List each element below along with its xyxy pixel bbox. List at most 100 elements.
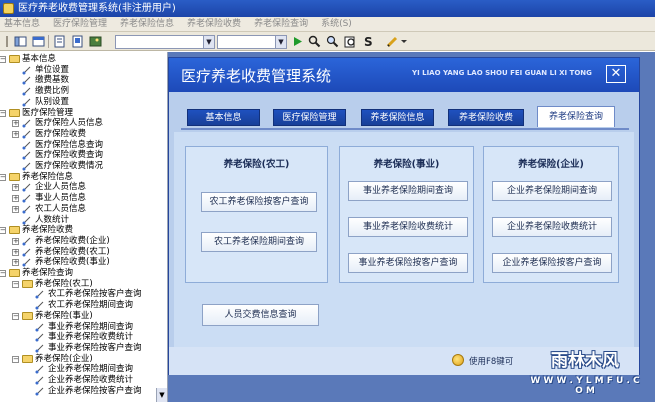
navigation-tree: 企业养老保险按客户查询 企业养老保险收费统计 企业养老保险期间查询 − 养老保险(企业)… [0,52,168,402]
farmer-by-client-button[interactable]: 农工养老保险按客户查询 [201,192,317,212]
tree-item[interactable]: − 养老保险(农工) [0,279,160,290]
group-farmer: 养老保险(农工) 农工养老保险按客户查询 农工养老保险期间查询 [185,146,328,283]
tree-item[interactable]: + 医疗保险收费 [0,129,160,140]
tree-item[interactable]: − 养老保险(事业) [0,311,160,322]
document-icon [22,194,31,203]
collapse-icon[interactable]: − [0,227,6,235]
expand-icon[interactable]: + [12,120,19,128]
enterprise-stats-button[interactable]: 企业养老保险收费统计 [492,217,612,237]
institution-stats-button[interactable]: 事业养老保险收费统计 [348,217,468,237]
layout-icon[interactable] [14,35,27,48]
collapse-icon[interactable]: − [0,270,6,277]
personnel-payment-query-button[interactable]: 人员交费信息查询 [202,304,319,326]
tree-item[interactable]: 企业养老保险按客户查询 [0,386,160,397]
folder-icon [22,311,33,320]
search-icon[interactable] [308,35,321,48]
expand-icon[interactable]: + [12,248,19,256]
tree-item[interactable]: 医疗保险信息查询 [0,140,160,151]
menu-basic-info[interactable]: 基本信息 [4,17,40,31]
tree-item[interactable]: 医疗保险收费情况 [0,161,160,172]
expand-icon[interactable]: + [12,259,19,267]
combo-2[interactable]: ▼ [217,35,287,49]
tree-item[interactable]: 人数统计 [0,215,160,226]
tree-item[interactable]: + 养老保险收费(企业) [0,236,160,247]
enterprise-by-client-button[interactable]: 企业养老保险按客户查询 [492,253,612,273]
tree-item[interactable]: 事业养老保险收费统计 [0,332,160,343]
tree-item-label: 医疗保险管理 [22,107,74,118]
expand-icon[interactable]: + [12,195,19,203]
tree-item[interactable]: 医疗保险收费查询 [0,150,160,161]
farmer-period-button[interactable]: 农工养老保险期间查询 [201,232,317,252]
menu-pension-fee[interactable]: 养老保险收费 [187,17,241,31]
window-icon[interactable] [32,35,45,48]
tree-item-label: 企业人员信息 [35,182,87,193]
tree-item[interactable]: 事业养老保险按客户查询 [0,343,160,354]
play-icon[interactable] [291,35,304,48]
document-icon [22,216,31,225]
tree-item[interactable]: 单位设置 [0,65,160,76]
tree-item[interactable]: − 养老保险信息 [0,172,160,183]
tab-pension-fee[interactable]: 养老保险收费 [448,109,524,126]
collapse-icon[interactable]: − [0,56,6,63]
expand-icon[interactable]: + [12,130,19,138]
collapse-icon[interactable]: − [0,109,6,117]
tab-basic-info[interactable]: 基本信息 [187,109,260,126]
document-icon [22,183,31,192]
dollar-icon[interactable]: S [362,35,375,49]
tree-item[interactable]: + 事业人员信息 [0,193,160,204]
expand-icon[interactable]: + [12,205,19,213]
expand-icon[interactable]: + [12,237,19,245]
collapse-icon[interactable]: − [12,312,19,320]
tree-item[interactable]: − 基本信息 [0,54,160,65]
document-icon [22,76,31,85]
tree-item[interactable]: + 医疗保险人员信息 [0,118,160,129]
document-icon [22,119,31,128]
tree-item[interactable]: − 医疗保险管理 [0,108,160,119]
tree-item[interactable]: 企业养老保险收费统计 [0,375,160,386]
tab-pension-info[interactable]: 养老保险信息 [361,109,434,126]
tree-item-label: 队别设置 [35,96,70,107]
tab-pension-query[interactable]: 养老保险查询 [537,106,615,127]
tree-item[interactable]: − 养老保险(企业) [0,354,160,365]
tree-item[interactable]: 农工养老保险按客户查询 [0,289,160,300]
institution-period-button[interactable]: 事业养老保险期间查询 [348,181,468,201]
tree-item[interactable]: − 养老保险收费 [0,225,160,236]
collapse-icon[interactable]: − [12,280,19,288]
find-icon[interactable] [326,35,339,48]
tree-item[interactable]: 农工养老保险期间查询 [0,300,160,311]
report-icon[interactable] [71,35,84,48]
menu-medical[interactable]: 医疗保险管理 [53,17,107,31]
tree-item[interactable]: 事业养老保险期间查询 [0,322,160,333]
institution-by-client-button[interactable]: 事业养老保险按客户查询 [348,253,468,273]
tab-medical[interactable]: 医疗保险管理 [273,109,346,126]
menu-system[interactable]: 系统(S) [321,17,352,31]
tree-item[interactable]: + 养老保险收费(农工) [0,247,160,258]
tree-item[interactable]: + 养老保险收费(事业) [0,257,160,268]
tree-item-label: 养老保险收费(农工) [35,246,110,257]
image-icon[interactable] [89,35,102,48]
collapse-icon[interactable]: − [12,355,19,363]
menu-pension-info[interactable]: 养老保险信息 [120,17,174,31]
tree-item[interactable]: 缴费比例 [0,86,160,97]
tree-item[interactable]: + 企业人员信息 [0,182,160,193]
folder-icon [9,108,20,117]
collapse-icon[interactable]: − [0,173,6,181]
scroll-down-button[interactable]: ▼ [156,388,167,402]
group-title: 养老保险(农工) [223,159,290,170]
window-titlebar[interactable]: 医疗养老收费管理系统(非注册用户) [0,0,655,17]
enterprise-period-button[interactable]: 企业养老保险期间查询 [492,181,612,201]
chevron-down-icon[interactable] [400,35,408,48]
close-button[interactable]: ✕ [606,65,626,83]
tree-item[interactable]: 企业养老保险期间查询 [0,364,160,375]
document-icon[interactable] [53,35,66,48]
expand-icon[interactable]: + [12,184,19,192]
tree-item[interactable]: 队别设置 [0,97,160,108]
combo-1[interactable]: ▼ [115,35,215,49]
pencil-icon[interactable] [386,35,399,48]
tree-item[interactable]: + 农工人员信息 [0,204,160,215]
tree-item[interactable]: − 养老保险查询 [0,268,160,279]
menu-pension-query[interactable]: 养老保险查询 [254,17,308,31]
tree-item[interactable]: 缴费基数 [0,75,160,86]
print-preview-icon[interactable] [344,35,357,48]
tree-item-label: 养老保险(农工) [35,278,93,289]
